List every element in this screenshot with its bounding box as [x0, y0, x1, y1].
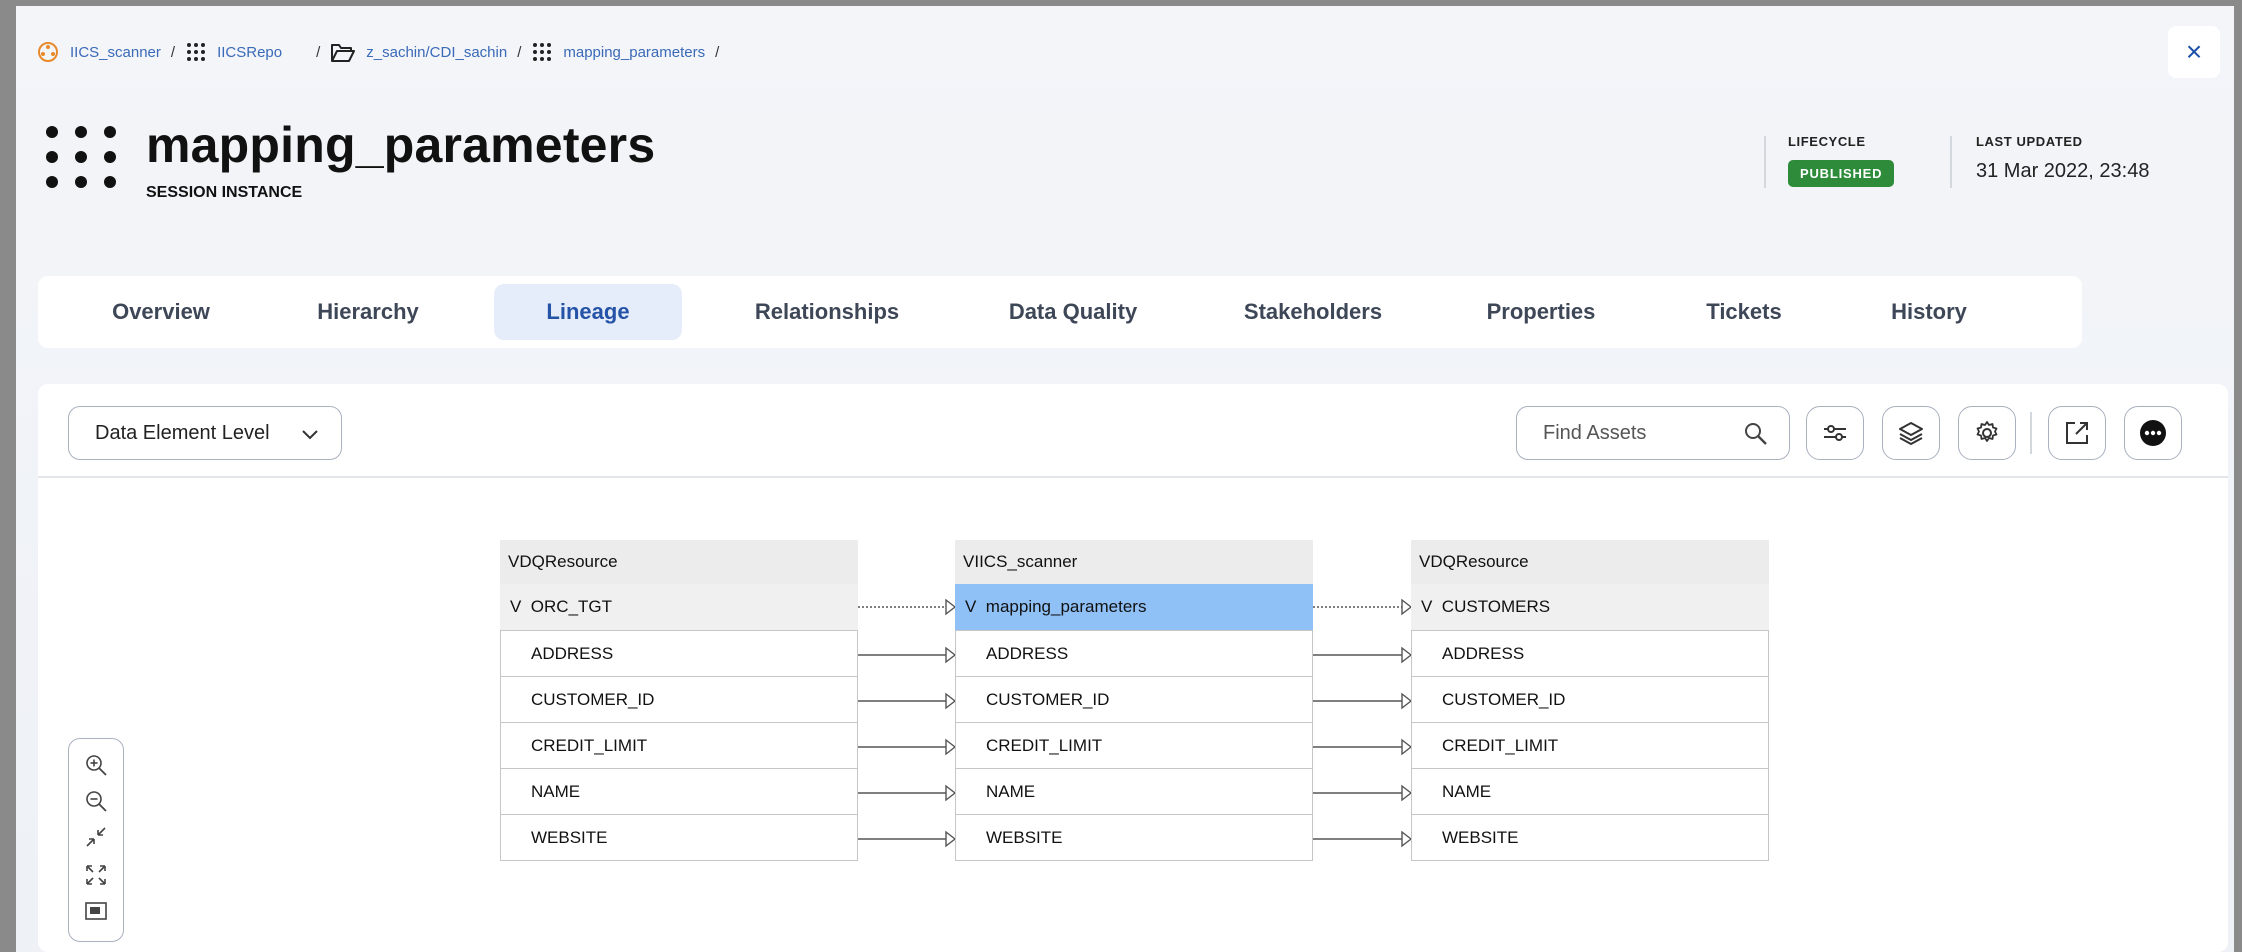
field-arrowhead — [945, 692, 957, 710]
lineage-node-source[interactable]: V DQResource V ORC_TGT ADDRESS CUSTOMER_I… — [500, 540, 858, 861]
field-row[interactable]: CREDIT_LIMIT — [955, 723, 1313, 769]
field-row[interactable]: CUSTOMER_ID — [955, 677, 1313, 723]
field-row[interactable]: ADDRESS — [500, 631, 858, 677]
node-group[interactable]: V mapping_parameters — [955, 584, 1313, 630]
node-group[interactable]: V ORC_TGT — [500, 584, 858, 630]
collapse-icon — [86, 827, 106, 847]
zoom-out-button[interactable] — [82, 787, 110, 815]
expand-icon: V — [963, 552, 975, 571]
field-arrowhead — [945, 830, 957, 848]
lineage-node-target[interactable]: V DQResource V CUSTOMERS ADDRESS CUSTOMER… — [1411, 540, 1769, 861]
field-row[interactable]: NAME — [1411, 769, 1769, 815]
field-arrowhead — [1401, 784, 1413, 802]
minimap-button[interactable] — [82, 897, 110, 925]
field-arrowhead — [945, 646, 957, 664]
expand-icon: V — [508, 552, 520, 571]
group-arrowhead — [945, 598, 957, 616]
node-group-name: CUSTOMERS — [1441, 597, 1551, 616]
field-row[interactable]: NAME — [955, 769, 1313, 815]
field-row[interactable]: WEBSITE — [500, 815, 858, 861]
node-resource-name: DQResource — [1430, 552, 1529, 571]
field-row[interactable]: ADDRESS — [955, 631, 1313, 677]
field-arrowhead — [1401, 692, 1413, 710]
field-arrowhead — [945, 784, 957, 802]
field-row[interactable]: ADDRESS — [1411, 631, 1769, 677]
zoom-in-icon — [86, 755, 107, 776]
field-arrowhead — [945, 738, 957, 756]
field-row[interactable]: NAME — [500, 769, 858, 815]
node-group-name: ORC_TGT — [530, 597, 613, 616]
field-row[interactable]: CREDIT_LIMIT — [500, 723, 858, 769]
collapse-button[interactable] — [82, 823, 110, 851]
field-arrowhead — [1401, 646, 1413, 664]
node-header[interactable]: V IICS_scanner — [955, 540, 1313, 584]
field-arrowhead — [1401, 830, 1413, 848]
node-header[interactable]: V DQResource — [500, 540, 858, 584]
zoom-in-button[interactable] — [82, 751, 110, 779]
minimap-icon — [85, 902, 107, 920]
node-field-list: ADDRESS CUSTOMER_ID CREDIT_LIMIT NAME WE… — [955, 630, 1313, 861]
node-group[interactable]: V CUSTOMERS — [1411, 584, 1769, 630]
node-resource-name: IICS_scanner — [974, 552, 1078, 571]
expand-icon: V — [510, 597, 522, 616]
node-group-name: mapping_parameters — [985, 597, 1147, 616]
field-row[interactable]: WEBSITE — [1411, 815, 1769, 861]
node-field-list: ADDRESS CUSTOMER_ID CREDIT_LIMIT NAME WE… — [500, 630, 858, 861]
lineage-node-current[interactable]: V IICS_scanner V mapping_parameters ADDRE… — [955, 540, 1313, 861]
node-resource-name: DQResource — [519, 552, 618, 571]
fit-screen-button[interactable] — [82, 861, 110, 889]
zoom-controls — [68, 738, 124, 942]
field-row[interactable]: CUSTOMER_ID — [500, 677, 858, 723]
node-field-list: ADDRESS CUSTOMER_ID CREDIT_LIMIT NAME WE… — [1411, 630, 1769, 861]
fit-screen-icon — [86, 865, 106, 885]
field-row[interactable]: WEBSITE — [955, 815, 1313, 861]
group-arrowhead — [1401, 598, 1413, 616]
field-row[interactable]: CREDIT_LIMIT — [1411, 723, 1769, 769]
zoom-out-icon — [86, 791, 107, 812]
node-header[interactable]: V DQResource — [1411, 540, 1769, 584]
field-row[interactable]: CUSTOMER_ID — [1411, 677, 1769, 723]
expand-icon: V — [1419, 552, 1431, 571]
expand-icon: V — [1421, 597, 1433, 616]
field-arrowhead — [1401, 738, 1413, 756]
expand-icon: V — [965, 597, 977, 616]
